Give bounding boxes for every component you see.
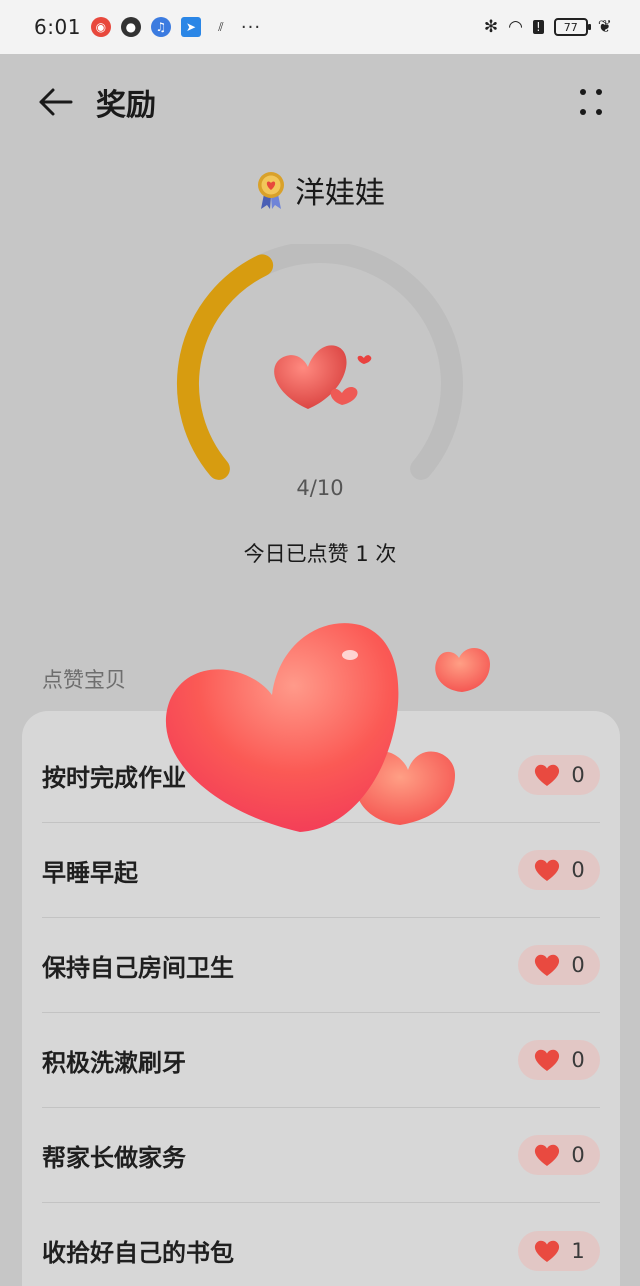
wifi-icon: ◠ <box>508 17 523 37</box>
notification-overflow: ··· <box>240 16 262 38</box>
heart-icon <box>535 764 560 786</box>
basketball-icon: ● <box>120 17 141 37</box>
status-bar: 6:01 ◉ ● ♫ ➤ ⫽ ··· ✻ ◠ ! 77 ❦ <box>0 0 640 54</box>
dot-icon <box>580 89 586 95</box>
today-likes-text: 今日已点赞 1 次 <box>243 542 397 566</box>
like-count: 0 <box>571 953 585 977</box>
dot-icon <box>596 109 602 115</box>
progress-gauge <box>177 244 463 480</box>
task-row: 按时完成作业 0 <box>42 728 600 823</box>
task-label: 收拾好自己的书包 <box>42 1239 234 1267</box>
heart-icon <box>535 1049 560 1071</box>
like-count: 0 <box>571 1143 585 1167</box>
bluetooth-icon: ✻ <box>483 17 499 37</box>
child-profile: 洋娃娃 <box>0 165 640 215</box>
weibo-icon: ◉ <box>90 17 111 37</box>
like-button[interactable]: 0 <box>518 945 600 985</box>
like-count: 0 <box>571 858 585 882</box>
like-button[interactable]: 0 <box>518 1040 600 1080</box>
task-label: 帮家长做家务 <box>42 1143 186 1172</box>
like-button[interactable]: 1 <box>518 1230 600 1271</box>
task-row: 保持自己房间卫生 0 <box>42 918 600 1013</box>
like-button[interactable]: 0 <box>518 755 600 795</box>
child-name: 洋娃娃 <box>295 176 385 211</box>
progress-count: 4/10 <box>296 476 344 500</box>
task-row: 帮家长做家务 0 <box>42 1108 600 1203</box>
task-label: 早睡早起 <box>42 858 138 887</box>
gauge-progress <box>177 254 274 480</box>
back-button[interactable] <box>34 81 76 123</box>
task-label: 按时完成作业 <box>42 763 186 792</box>
task-row: 积极洗漱刷牙 0 <box>42 1013 600 1108</box>
task-label: 保持自己房间卫生 <box>42 953 234 982</box>
page-title: 奖励 <box>96 88 156 123</box>
heart-icon <box>535 954 560 976</box>
like-count: 1 <box>571 1238 585 1263</box>
like-count: 0 <box>571 763 585 787</box>
location-icon: ➤ <box>180 17 201 37</box>
task-list-card: 按时完成作业 0 早睡早起 0 保持自己房间卫生 0 积极洗漱刷牙 0 帮家长做… <box>22 711 620 1286</box>
alert-icon: ! <box>532 20 544 34</box>
music-icon: ♫ <box>150 17 171 37</box>
task-label: 积极洗漱刷牙 <box>42 1048 186 1077</box>
heart-icon <box>535 1144 560 1166</box>
medal-icon <box>258 172 284 209</box>
battery-icon: 77 <box>553 18 591 36</box>
app-header: 奖励 <box>0 54 640 150</box>
like-button[interactable]: 0 <box>518 850 600 890</box>
task-row: 收拾好自己的书包 1 <box>42 1203 600 1286</box>
leaf-icon: ❦ <box>597 17 612 37</box>
status-time: 6:01 <box>34 15 81 39</box>
app-icon: ⫽ <box>218 19 224 34</box>
dot-icon <box>580 109 586 115</box>
more-options-button[interactable] <box>576 81 606 123</box>
heart-icon <box>535 1240 560 1262</box>
task-row: 早睡早起 0 <box>42 823 600 918</box>
hearts-icon <box>274 345 372 409</box>
like-count: 0 <box>571 1048 585 1072</box>
section-title: 点赞宝贝 <box>42 668 126 692</box>
like-button[interactable]: 0 <box>518 1135 600 1175</box>
dot-icon <box>596 89 602 95</box>
heart-icon <box>535 859 560 881</box>
back-arrow-icon <box>39 88 73 116</box>
